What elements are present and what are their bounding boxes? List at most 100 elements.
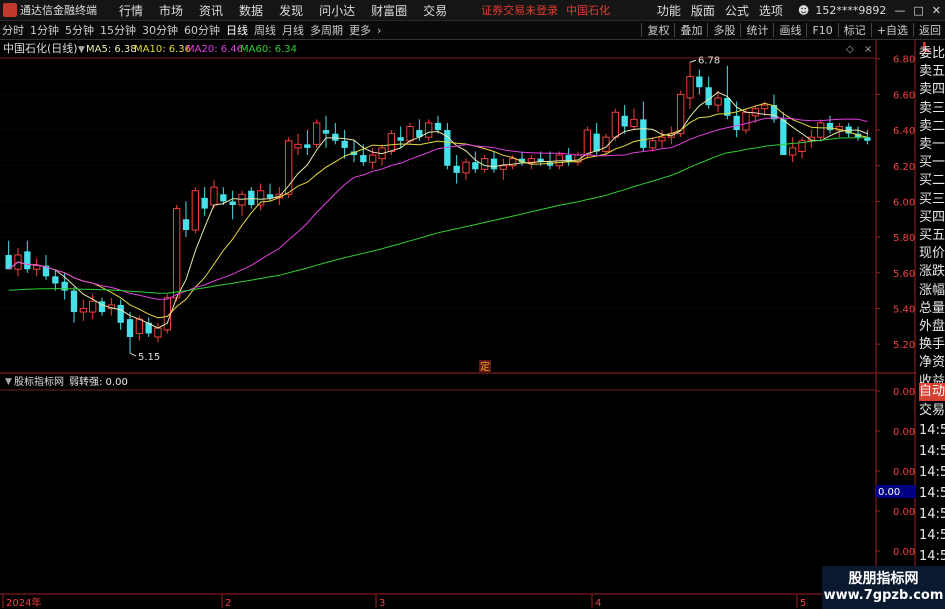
candle-body-up xyxy=(33,265,41,270)
trade-login-notice[interactable]: 证券交易未登录 xyxy=(481,2,558,18)
biaoji-button[interactable]: 标记 xyxy=(844,22,866,38)
period-tab-1min[interactable]: 1分钟 xyxy=(30,22,59,38)
f10-button[interactable]: F10 xyxy=(812,24,832,37)
quote-label: 换手 xyxy=(919,337,945,353)
fuquan-button[interactable]: 复权 xyxy=(647,22,669,38)
candle-body-down xyxy=(61,281,68,291)
current-stock-name: 中国石化 xyxy=(566,4,611,17)
period-tab-60min[interactable]: 60分钟 xyxy=(184,22,220,38)
user-account[interactable]: 152****9892 xyxy=(815,4,886,17)
duogu-button[interactable]: 多股 xyxy=(713,22,735,38)
menu-item-caifuquan[interactable]: 财富圈 xyxy=(371,2,407,19)
period-tab-30min[interactable]: 30分钟 xyxy=(142,22,178,38)
chevron-right-icon[interactable]: › xyxy=(377,24,381,37)
period-tab-15min[interactable]: 15分钟 xyxy=(100,22,136,38)
period-tab-fenshi[interactable]: 分时 xyxy=(2,22,24,38)
close-panel-icon[interactable]: × xyxy=(864,44,872,55)
back-button[interactable]: 返回 xyxy=(919,22,941,38)
close-icon[interactable]: ✕ xyxy=(932,4,941,17)
price-tick-label: 5.20 xyxy=(893,340,915,351)
menu-item-shuju[interactable]: 数据 xyxy=(239,2,263,19)
diejia-button[interactable]: 叠加 xyxy=(680,22,702,38)
candle-body-down xyxy=(434,122,442,131)
auto-trade-button[interactable]: 自动 xyxy=(919,383,945,401)
quote-label: 卖三 xyxy=(919,100,945,116)
period-tab-more[interactable]: 更多 xyxy=(349,22,371,38)
quote-label: 买四 xyxy=(919,209,945,225)
tick-time: 14:56 xyxy=(919,465,945,480)
price-tick-label: 6.20 xyxy=(893,162,915,173)
tick-time: 14:56 xyxy=(919,549,945,564)
candle-body-down xyxy=(117,304,124,323)
user-icon[interactable]: ☻ xyxy=(798,4,809,17)
menu-item-xuanxiang[interactable]: 选项 xyxy=(759,2,783,19)
candle-body-down xyxy=(780,119,787,156)
candle-body-down xyxy=(248,190,255,205)
period-tab-5min[interactable]: 5分钟 xyxy=(65,22,94,38)
huaxian-button[interactable]: 画线 xyxy=(779,22,801,38)
ma5-legend: MA5: 6.38 xyxy=(86,44,137,55)
minimize-icon[interactable]: — xyxy=(894,4,905,17)
sub-tick-label: 0.00 xyxy=(893,467,915,478)
period-tab-monthly[interactable]: 月线 xyxy=(282,22,304,38)
sub-tick-label: 0.00 xyxy=(893,547,915,558)
add-watchlist-button[interactable]: +自选 xyxy=(877,22,908,38)
candle-body-up xyxy=(387,133,395,152)
quote-label: 卖一 xyxy=(919,137,945,152)
candle-body-down xyxy=(341,140,348,148)
candle-body-up xyxy=(191,190,200,231)
candle-body-up xyxy=(499,165,507,170)
toolbar-divider xyxy=(740,23,742,37)
kline-chart[interactable]: 中国石化(日线) ▼ MA5: 6.38 MA10: 6.36 MA20: 6.… xyxy=(0,40,916,609)
candle-body-up xyxy=(714,97,722,106)
sub-tick-label: 0.00 xyxy=(893,427,915,438)
candle-body-up xyxy=(817,122,825,138)
candle-body-down xyxy=(490,158,498,170)
period-tab-multi[interactable]: 多周期 xyxy=(310,22,343,38)
menu-item-gongshi[interactable]: 公式 xyxy=(725,2,749,19)
tongji-button[interactable]: 统计 xyxy=(746,22,768,38)
quote-label: 卖二 xyxy=(919,118,945,134)
sub-tick-label: 0.00 xyxy=(893,387,915,398)
candle-body-down xyxy=(696,76,703,88)
trade-button[interactable]: 交易 xyxy=(919,402,945,420)
maximize-icon[interactable]: □ xyxy=(913,4,923,17)
menu-item-wenxiaoda[interactable]: 问小达 xyxy=(319,2,355,19)
candle-body-down xyxy=(332,133,339,141)
sub-indicator-value: 弱转强: 0.00 xyxy=(69,375,128,388)
period-tab-weekly[interactable]: 周线 xyxy=(254,22,276,38)
candle-body-up xyxy=(135,318,144,334)
menu-item-gongneng[interactable]: 功能 xyxy=(657,2,681,19)
chevron-down-icon[interactable]: ▼ xyxy=(78,45,85,55)
candle-body-up xyxy=(742,111,750,131)
candle-body-up xyxy=(79,307,87,313)
candle-body-up xyxy=(789,147,797,156)
diamond-icon[interactable]: ◇ xyxy=(846,44,854,55)
candle-body-up xyxy=(583,129,592,156)
menu-item-banmian[interactable]: 版面 xyxy=(691,2,715,19)
candle-body-up xyxy=(611,111,620,138)
ding-marker[interactable]: 定 xyxy=(480,360,490,373)
tick-time: 14:56 xyxy=(919,423,945,438)
menu-item-shichang[interactable]: 市场 xyxy=(159,2,183,19)
price-tick-label: 6.60 xyxy=(893,90,915,101)
candle-body-down xyxy=(220,194,227,202)
candle-body-down xyxy=(52,276,59,284)
chart-title: 中国石化(日线) xyxy=(3,41,78,55)
candle-body-up xyxy=(173,208,181,299)
candle-body-down xyxy=(593,133,600,152)
candle-body-down xyxy=(453,165,460,173)
menu-item-zixun[interactable]: 资讯 xyxy=(199,2,223,19)
quote-label: 卖四 xyxy=(919,82,945,98)
menu-item-faxian[interactable]: 发现 xyxy=(279,2,303,19)
candle-body-up xyxy=(425,122,433,138)
toolbar-divider xyxy=(837,23,839,37)
menu-item-jiaoyi[interactable]: 交易 xyxy=(423,2,447,19)
chevron-down-icon[interactable]: ▼ xyxy=(5,377,12,387)
menu-item-hangqing[interactable]: 行情 xyxy=(119,2,143,19)
low-label: 5.15 xyxy=(138,352,160,363)
candle-body-up xyxy=(210,186,218,206)
candle-body-up xyxy=(89,300,97,313)
period-tab-daily[interactable]: 日线 xyxy=(226,22,248,38)
candle-body-down xyxy=(705,87,712,106)
